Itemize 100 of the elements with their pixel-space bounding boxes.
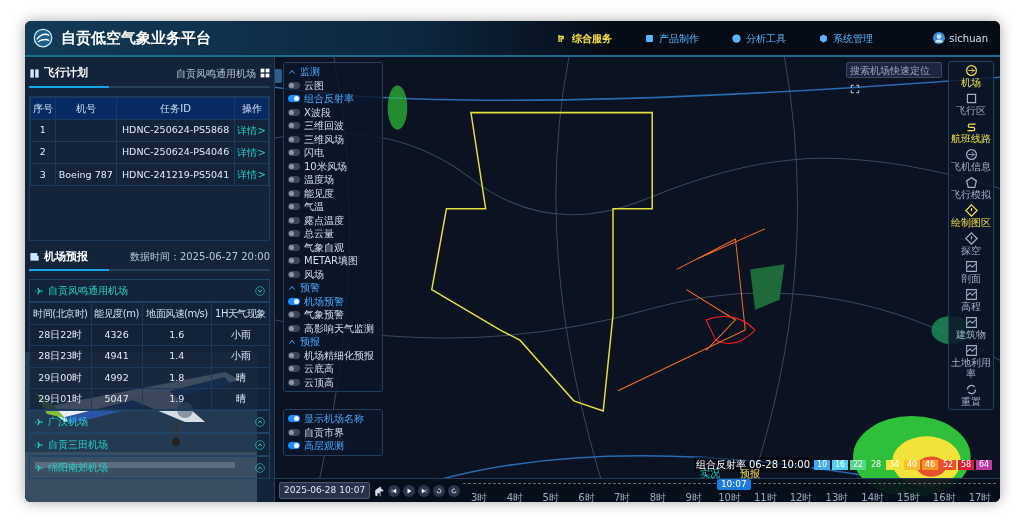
chevron-up-icon[interactable]	[288, 283, 296, 292]
table-cell: 1.6	[142, 324, 212, 346]
search-field[interactable]: 搜索机场快速定位	[846, 62, 942, 78]
user-name[interactable]: sichuan	[949, 30, 988, 46]
hour-label: 6时	[578, 490, 595, 502]
layer-label: 云图	[304, 78, 324, 92]
toggle-switch[interactable]	[288, 216, 300, 224]
layer-label: METAR填图	[304, 254, 359, 268]
toggle-switch[interactable]	[288, 189, 300, 197]
toggle-switch[interactable]	[288, 297, 300, 305]
toolbar-button[interactable]: 重置	[949, 381, 993, 409]
section-title: 飞行计划	[44, 65, 88, 81]
toggle-switch[interactable]	[288, 378, 300, 386]
toolbar-button[interactable]: 飞机信息	[949, 146, 993, 174]
route-icon	[964, 120, 978, 133]
toggle-switch[interactable]	[288, 243, 300, 251]
time-marker[interactable]: 10:07	[716, 478, 751, 490]
accordion-header[interactable]: 自贡三田机场	[29, 433, 270, 456]
pentagon-icon	[964, 176, 978, 189]
toggle-switch[interactable]	[288, 203, 300, 211]
refresh-button[interactable]	[448, 484, 461, 497]
table-cell: 29日00时	[29, 367, 92, 389]
toggle-switch[interactable]	[288, 230, 300, 238]
nav-tab[interactable]: 系统管理	[814, 30, 878, 46]
toolbar-button[interactable]: 高程	[949, 286, 993, 314]
play-button[interactable]	[403, 484, 416, 497]
plane-icon	[34, 439, 44, 450]
table-cell: HDNC-250624-PS4046	[116, 141, 235, 164]
section-title: 机场预报	[44, 248, 88, 265]
skip-back-icon	[390, 486, 399, 495]
hour-label: 10时	[718, 490, 741, 502]
toolbar-button[interactable]: 飞行模拟	[949, 174, 993, 202]
skip-back-button[interactable]	[388, 484, 401, 497]
toolbar-button[interactable]: 航班线路	[949, 118, 993, 146]
toolbar-button[interactable]: 机场	[949, 62, 993, 90]
toggle-switch[interactable]	[288, 351, 300, 359]
plane-icon	[34, 285, 44, 296]
layer-label: 机场精细化预报	[304, 348, 374, 362]
layer-label: 气象自观	[304, 240, 344, 254]
toolbar-button[interactable]: 飞行区	[949, 90, 993, 118]
layer-label: 组合反射率	[304, 92, 354, 106]
toolbar-button[interactable]: 土地利用率	[949, 342, 993, 381]
nav-tab[interactable]: 分析工具	[727, 30, 791, 46]
skip-forward-icon	[420, 486, 429, 495]
table-cell: 4992	[91, 367, 143, 389]
fullscreen-icon[interactable]	[850, 84, 860, 94]
layer-label: 显示机场名称	[304, 412, 364, 426]
group-title: 预报	[300, 335, 320, 349]
hour-label: 17时	[968, 490, 992, 502]
toggle-switch[interactable]	[288, 149, 300, 157]
accordion-header[interactable]: 自贡凤鸣通用机场	[29, 279, 270, 302]
refresh-button[interactable]	[433, 484, 446, 497]
toolbar-button[interactable]: 剖面	[949, 258, 993, 286]
toggle-switch[interactable]	[288, 95, 300, 103]
hour-label: 15时	[897, 490, 920, 502]
layer-label: 气象预警	[304, 308, 344, 322]
layer-label: 总云量	[304, 227, 334, 241]
table-cell: 4326	[91, 324, 143, 346]
table-cell: 28日22时	[29, 324, 92, 346]
nav-tab[interactable]: 产品制作	[640, 30, 704, 46]
toggle-switch[interactable]	[288, 135, 300, 143]
toggle-switch[interactable]	[288, 442, 300, 450]
diamond-icon	[964, 204, 978, 217]
layer-label: 温度场	[304, 173, 334, 187]
column-header: 地面风速(m/s)	[142, 302, 212, 325]
legend-swatch: 46	[922, 459, 938, 470]
table-cell: Boeing 787	[55, 163, 117, 186]
toggle-switch[interactable]	[288, 81, 300, 89]
layer-label: 高层观测	[304, 439, 344, 453]
table-cell: 2	[30, 141, 56, 164]
toggle-switch[interactable]	[288, 365, 300, 373]
toggle-switch[interactable]	[288, 162, 300, 170]
toggle-switch[interactable]	[288, 108, 300, 116]
grid-icon[interactable]	[260, 68, 270, 79]
hour-label: 12时	[789, 490, 813, 502]
column-header: 机号	[55, 97, 117, 119]
legend-swatch: 40	[904, 459, 920, 470]
toggle-switch[interactable]	[288, 324, 300, 332]
table-cell: 5047	[91, 388, 143, 410]
toolbar-button[interactable]: 建筑物	[949, 314, 993, 342]
user-icon	[933, 32, 946, 44]
table-cell: 1.4	[142, 345, 212, 367]
toolbar-button[interactable]: 绘制图区	[949, 202, 993, 230]
toggle-switch[interactable]	[288, 428, 300, 436]
layer-label: 10米风场	[304, 159, 347, 173]
data-time: 数据时间：2025-06-27 20:00	[129, 250, 270, 265]
airport-name: 自贡凤鸣通用机场	[176, 66, 256, 81]
date-button[interactable]: 2025-06-28 10:07	[279, 481, 371, 500]
nav-tab[interactable]: 综合服务	[553, 30, 617, 46]
toggle-switch[interactable]	[288, 122, 300, 130]
skip-forward-button[interactable]	[418, 484, 431, 497]
chevron-up-icon	[255, 416, 265, 427]
toggle-switch[interactable]	[288, 415, 300, 423]
toggle-switch[interactable]	[288, 176, 300, 184]
chevron-up-icon[interactable]	[288, 67, 296, 76]
toggle-switch[interactable]	[288, 270, 300, 278]
chevron-up-icon[interactable]	[288, 337, 296, 346]
toggle-switch[interactable]	[288, 311, 300, 319]
toggle-switch[interactable]	[288, 257, 300, 265]
toolbar-button[interactable]: 探空	[949, 230, 993, 258]
